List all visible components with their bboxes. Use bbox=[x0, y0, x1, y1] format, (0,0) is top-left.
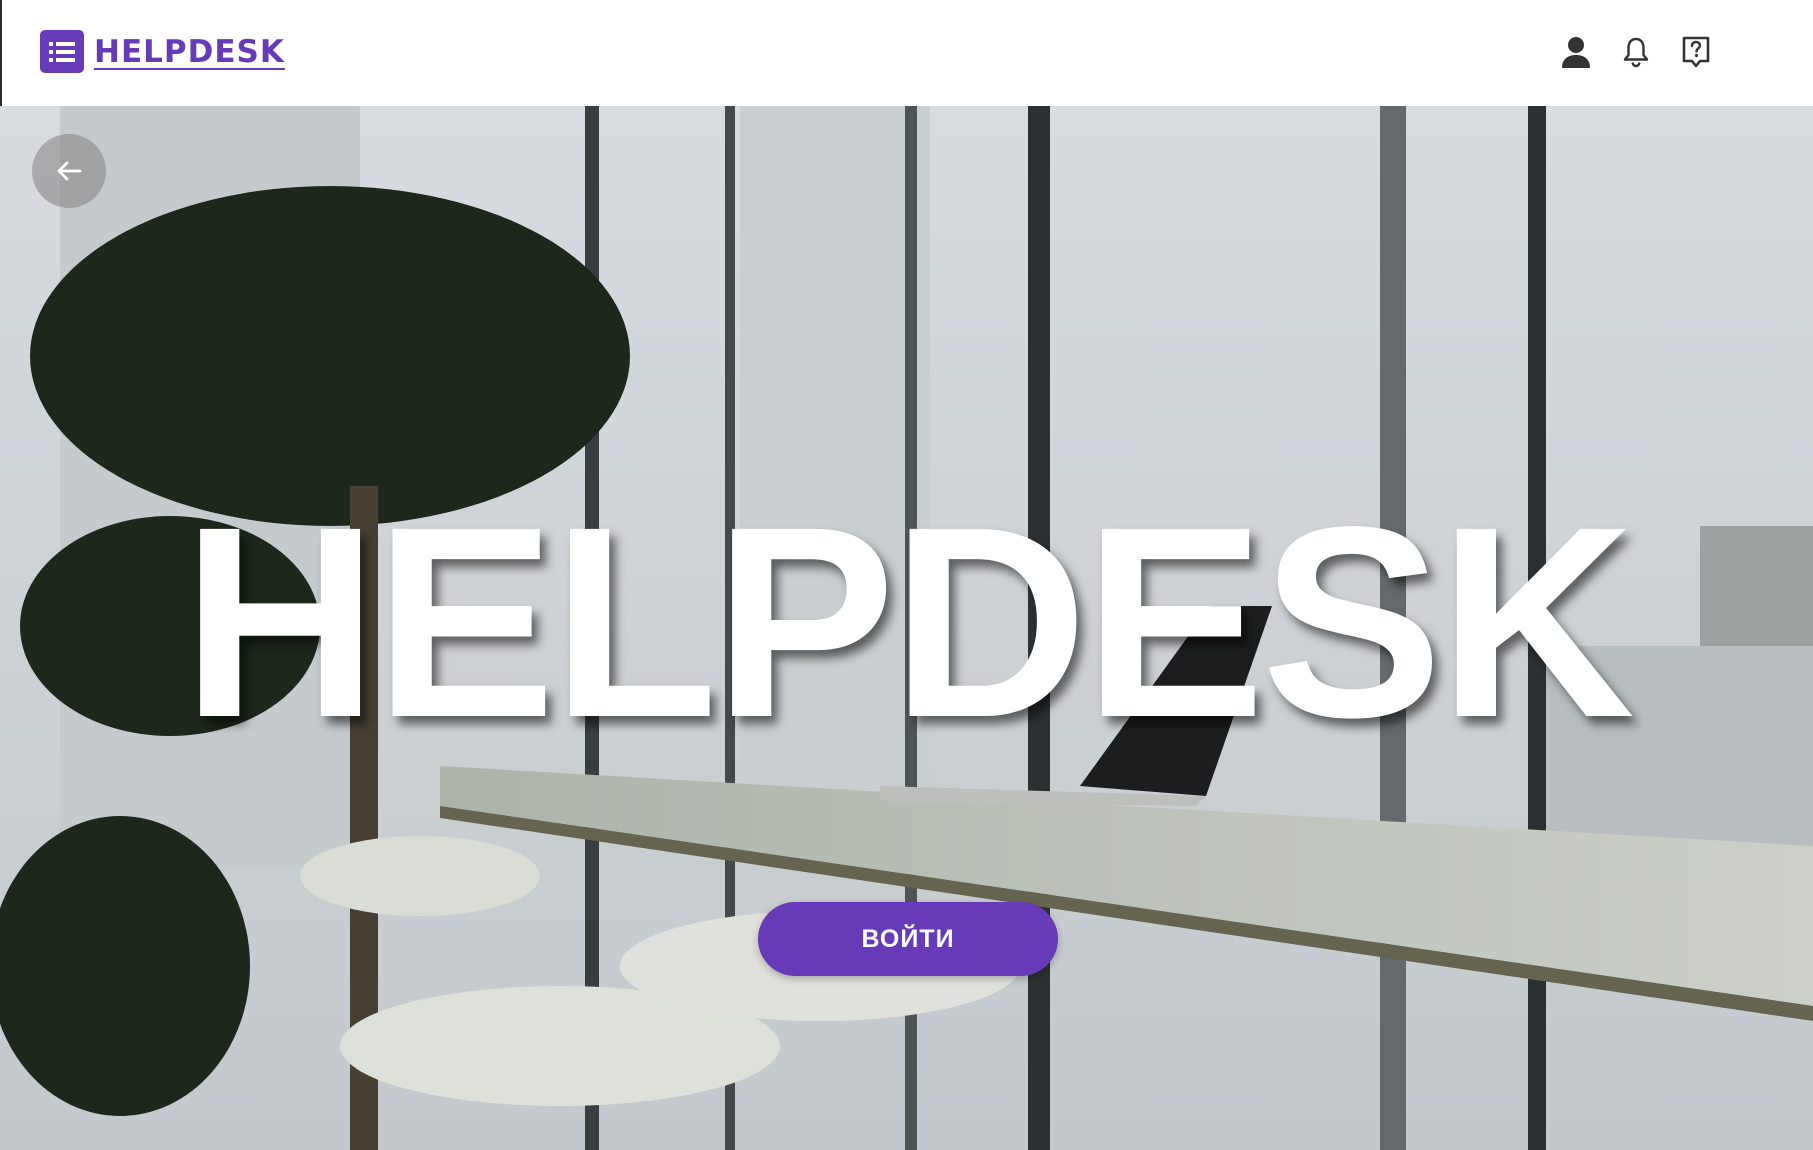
bell-icon bbox=[1623, 37, 1649, 68]
hero-title: HELPDESK bbox=[181, 470, 1635, 774]
hero-section: HELPDESK ВОЙТИ bbox=[0, 106, 1813, 1150]
brand-name: HELPDESK bbox=[94, 33, 285, 70]
person-icon bbox=[1562, 37, 1590, 68]
back-button[interactable] bbox=[32, 134, 106, 208]
help-button[interactable] bbox=[1674, 30, 1718, 74]
arrow-left-icon bbox=[57, 161, 82, 181]
notifications-button[interactable] bbox=[1614, 30, 1658, 74]
list-icon bbox=[40, 30, 84, 73]
help-box-icon bbox=[1682, 36, 1710, 68]
header-actions bbox=[1538, 30, 1718, 74]
account-button[interactable] bbox=[1554, 30, 1598, 74]
app-header: HELPDESK bbox=[0, 0, 1813, 106]
login-button[interactable]: ВОЙТИ bbox=[758, 902, 1058, 976]
brand-link[interactable]: HELPDESK bbox=[40, 30, 285, 73]
